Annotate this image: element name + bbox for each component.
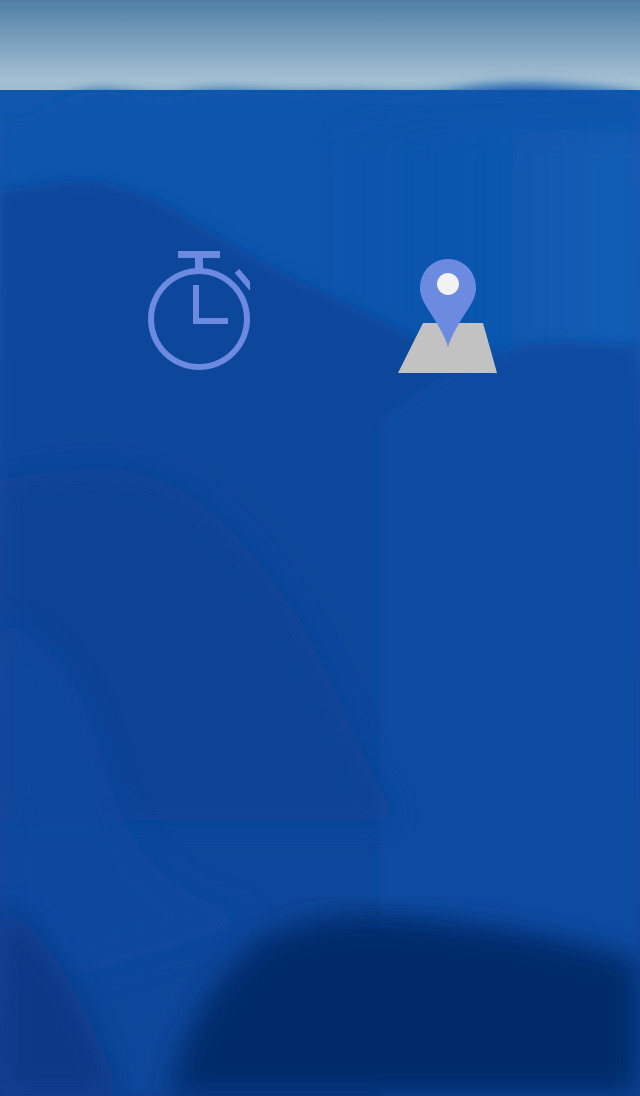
mountain-wallpaper <box>0 0 640 1096</box>
timer-app-button[interactable] <box>120 236 260 376</box>
home-screen <box>0 0 640 1096</box>
map-pin-icon <box>398 259 497 373</box>
map-app-button[interactable] <box>376 240 516 380</box>
stopwatch-icon <box>148 251 250 370</box>
pin-dot <box>437 273 459 295</box>
wallpaper-art <box>0 0 640 1096</box>
